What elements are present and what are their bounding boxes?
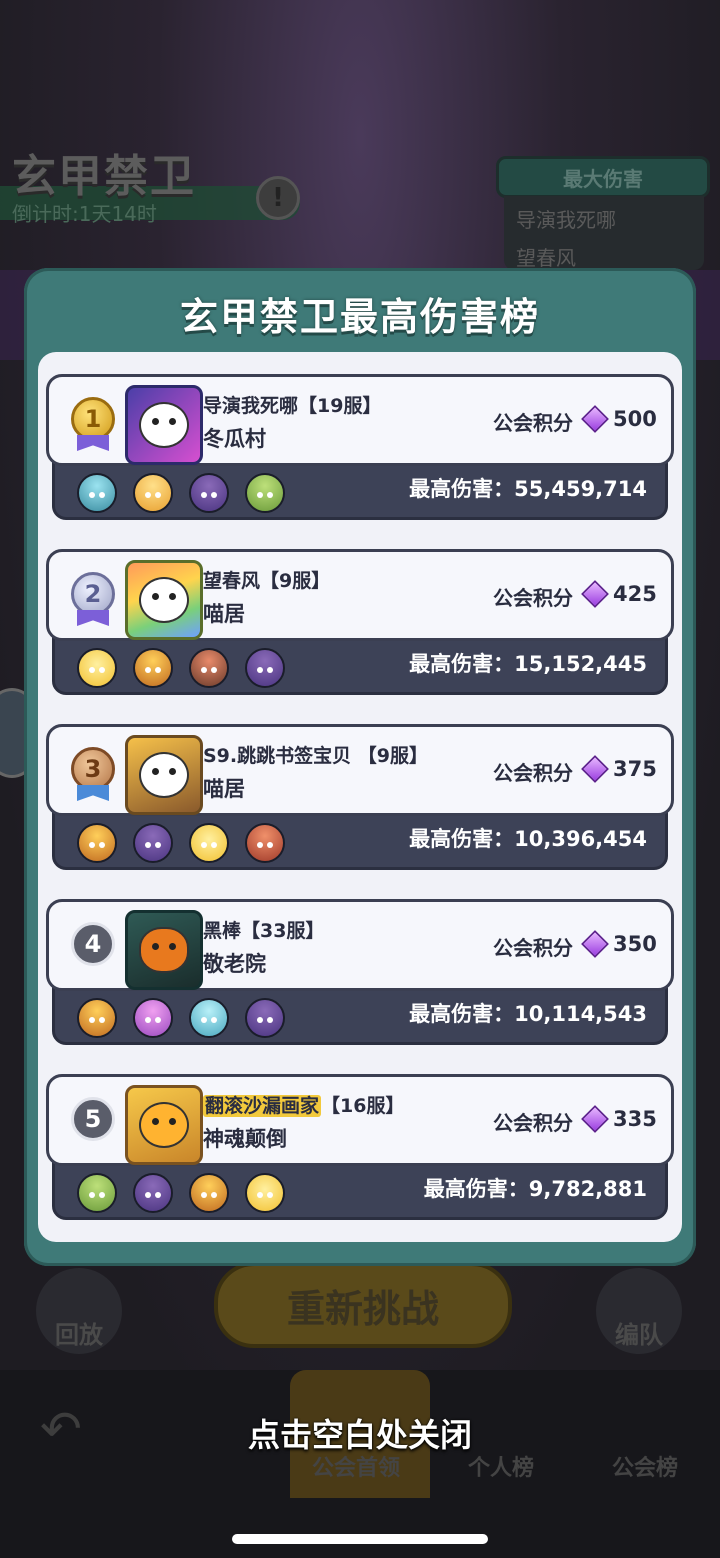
avatar[interactable] xyxy=(125,735,203,815)
countdown-text: 倒计时:1天14时 xyxy=(12,202,157,226)
yellow-hero-icon xyxy=(133,473,173,513)
fire-hero-icon xyxy=(189,1173,229,1213)
cyan-hero-icon xyxy=(189,998,229,1038)
gem-icon xyxy=(581,1105,609,1133)
bronze-medal-icon: 3 xyxy=(71,747,115,791)
silver-medal-icon: 2 xyxy=(71,572,115,616)
fire-hero-icon xyxy=(77,998,117,1038)
player-server: 【16服】 xyxy=(321,1095,405,1117)
bottom-nav: 公会首领 个人榜 公会榜 xyxy=(0,1370,720,1558)
medal-ribbon-icon xyxy=(77,785,109,801)
rank-entry-info: 5 翻滚沙漏画家 【16服】 神魂颠倒 公会积分 335 xyxy=(46,1074,674,1166)
rank-entry[interactable]: 最高伤害：10,396,454 3 S9.跳跳书签宝贝 【9服】 喵居 公会积分… xyxy=(46,724,674,872)
rank-entry-info: 3 S9.跳跳书签宝贝 【9服】 喵居 公会积分 375 xyxy=(46,724,674,816)
replay-label: 回放 xyxy=(55,1321,103,1349)
rank-entry-info: 1 导演我死哪【19服】 冬瓜村 公会积分 500 xyxy=(46,374,674,466)
player-name-highlight: 翻滚沙漏画家 xyxy=(203,1095,322,1117)
fire-hero-icon xyxy=(77,823,117,863)
red-hero-icon xyxy=(245,823,285,863)
guild-name: 喵居 xyxy=(203,602,245,626)
teal-hero-icon xyxy=(77,473,117,513)
avatar[interactable] xyxy=(125,560,203,640)
max-damage-value: 最高伤害：55,459,714 xyxy=(409,477,647,501)
player-name: 导演我死哪【19服】 xyxy=(203,395,382,417)
avatar[interactable] xyxy=(125,910,203,990)
purple-hero-icon xyxy=(245,648,285,688)
info-icon[interactable]: ! xyxy=(256,176,300,220)
max-damage-row: 望春风 xyxy=(516,246,576,270)
rank-number-badge: 4 xyxy=(71,922,115,966)
max-damage-header[interactable]: 最大伤害 xyxy=(496,156,710,198)
guild-points-label: 公会积分 xyxy=(493,936,573,960)
green-hero-icon xyxy=(77,1173,117,1213)
avatar[interactable] xyxy=(125,1085,203,1165)
purple-hero-icon xyxy=(245,998,285,1038)
guild-points-value: 425 xyxy=(613,582,657,606)
max-damage-row: 导演我死哪 xyxy=(516,208,616,232)
green-hero-icon xyxy=(245,473,285,513)
max-damage-list: 导演我死哪 望春风 xyxy=(504,196,704,270)
player-name: 黑棒【33服】 xyxy=(203,920,325,942)
girl-hero-icon xyxy=(189,648,229,688)
medal-ribbon-icon xyxy=(77,610,109,626)
max-damage-value: 最高伤害：15,152,445 xyxy=(409,652,647,676)
player-name: 翻滚沙漏画家 【16服】 xyxy=(203,1091,404,1118)
tap-to-close-hint[interactable]: 点击空白处关闭 xyxy=(0,1410,720,1456)
rank-entry[interactable]: 最高伤害：9,782,881 5 翻滚沙漏画家 【16服】 神魂颠倒 公会积分 3… xyxy=(46,1074,674,1222)
home-indicator[interactable] xyxy=(232,1534,488,1544)
damage-ranking-modal: 玄甲禁卫最高伤害榜 最高伤害：55,459,714 1 导演我死哪【19服】 冬… xyxy=(24,268,696,1266)
guild-points-label: 公会积分 xyxy=(493,761,573,785)
max-damage-value: 最高伤害：10,396,454 xyxy=(409,827,647,851)
guild-name: 神魂颠倒 xyxy=(203,1127,287,1151)
rank-entry-info: 4 黑棒【33服】 敬老院 公会积分 350 xyxy=(46,899,674,991)
rank-entry[interactable]: 最高伤害：55,459,714 1 导演我死哪【19服】 冬瓜村 公会积分 50… xyxy=(46,374,674,522)
rank-entry-info: 2 望春风【9服】 喵居 公会积分 425 xyxy=(46,549,674,641)
modal-title: 玄甲禁卫最高伤害榜 xyxy=(179,295,540,339)
rank-number-badge: 5 xyxy=(71,1097,115,1141)
chick-hero-icon xyxy=(77,648,117,688)
team-label: 编队 xyxy=(615,1321,663,1349)
max-damage-value: 最高伤害：10,114,543 xyxy=(409,1002,647,1026)
guild-name: 敬老院 xyxy=(203,952,266,976)
guild-points-value: 350 xyxy=(613,932,657,956)
rank-entry[interactable]: 最高伤害：15,152,445 2 望春风【9服】 喵居 公会积分 425 xyxy=(46,549,674,697)
pink-hero-icon xyxy=(133,998,173,1038)
player-name: 望春风【9服】 xyxy=(203,570,331,592)
guild-points-label: 公会积分 xyxy=(493,586,573,610)
purple-hero-icon xyxy=(133,1173,173,1213)
gold-medal-icon: 1 xyxy=(71,397,115,441)
rank-entry[interactable]: 最高伤害：10,114,543 4 黑棒【33服】 敬老院 公会积分 350 xyxy=(46,899,674,1047)
gem-icon xyxy=(581,930,609,958)
gem-icon xyxy=(581,405,609,433)
guild-name: 喵居 xyxy=(203,777,245,801)
guild-points-value: 375 xyxy=(613,757,657,781)
chick-hero-icon xyxy=(189,823,229,863)
chick-hero-icon xyxy=(245,1173,285,1213)
guild-name: 冬瓜村 xyxy=(203,427,266,451)
purple-hero-icon xyxy=(133,823,173,863)
team-button[interactable]: 编队 xyxy=(596,1268,682,1354)
avatar[interactable] xyxy=(125,385,203,465)
purple-hero-icon xyxy=(189,473,229,513)
guild-points-value: 335 xyxy=(613,1107,657,1131)
ranking-list: 最高伤害：55,459,714 1 导演我死哪【19服】 冬瓜村 公会积分 50… xyxy=(38,352,682,1242)
fire-hero-icon xyxy=(133,648,173,688)
gem-icon xyxy=(581,755,609,783)
guild-points-label: 公会积分 xyxy=(493,1111,573,1135)
boss-title: 玄甲禁卫 xyxy=(12,151,196,202)
medal-ribbon-icon xyxy=(77,435,109,451)
max-damage-value: 最高伤害：9,782,881 xyxy=(423,1177,647,1201)
gem-icon xyxy=(581,580,609,608)
replay-button[interactable]: 回放 xyxy=(36,1268,122,1354)
player-name: S9.跳跳书签宝贝 【9服】 xyxy=(203,745,428,767)
retry-button[interactable]: 重新挑战 xyxy=(214,1262,512,1348)
guild-points-label: 公会积分 xyxy=(493,411,573,435)
guild-points-value: 500 xyxy=(613,407,657,431)
